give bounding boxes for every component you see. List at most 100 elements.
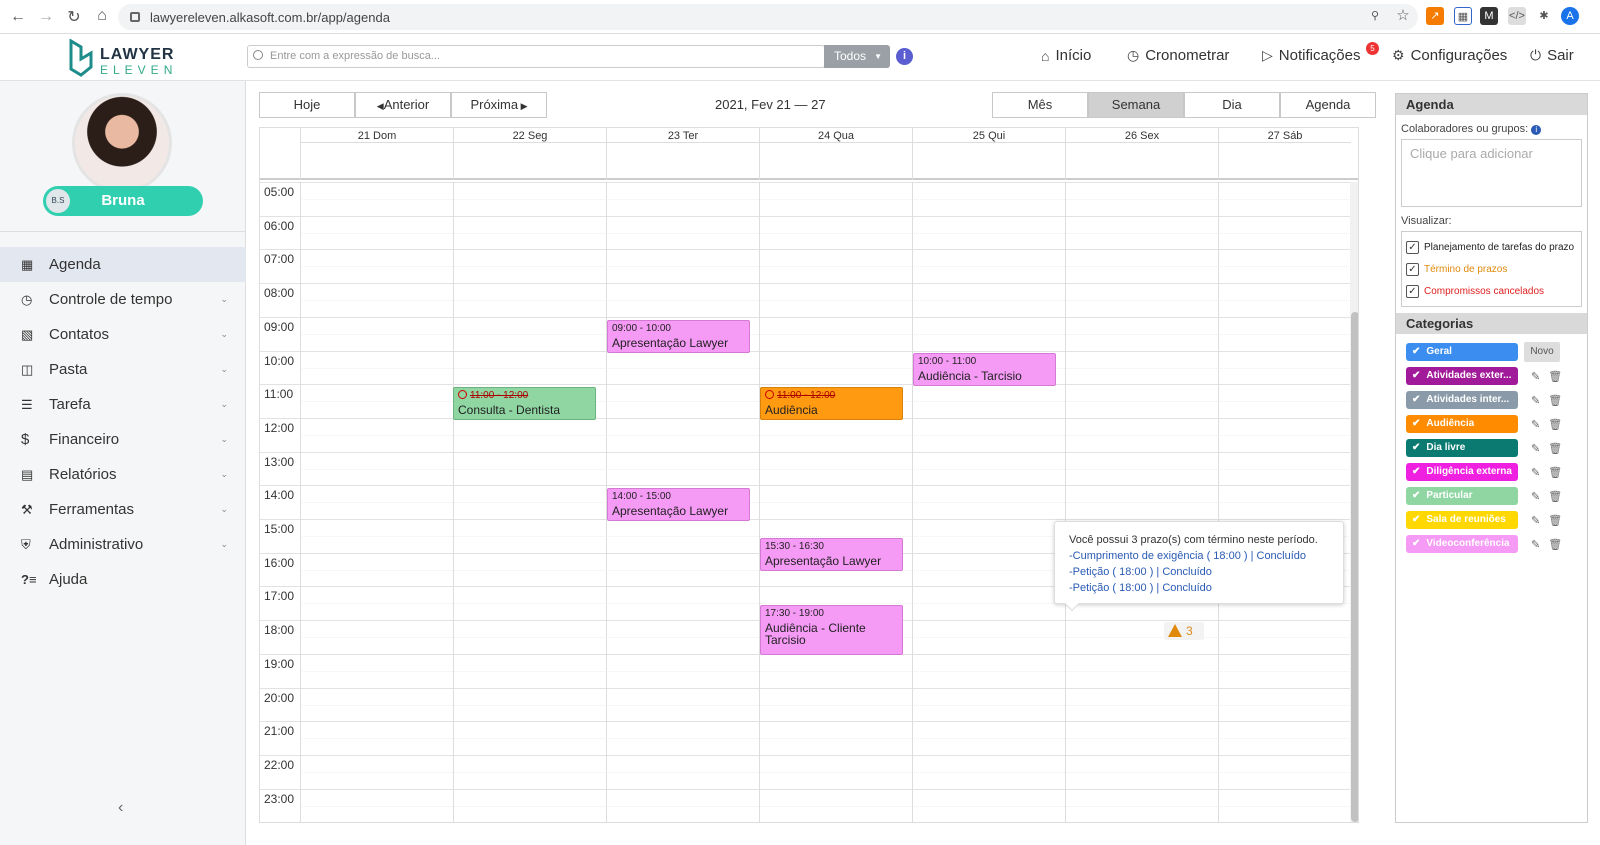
nav-configuracoes[interactable]: ⚙ Configurações — [1392, 47, 1507, 64]
forward-icon[interactable]: → — [32, 8, 60, 26]
nav-notificacoes[interactable]: ▷ Notificações — [1262, 47, 1360, 64]
deadline-link[interactable]: -Petição ( 18:00 ) | Concluído — [1069, 580, 1329, 596]
edit-icon[interactable]: ✎ — [1531, 371, 1548, 383]
new-category-button[interactable]: Novo — [1524, 342, 1560, 362]
hour-row[interactable]: 13:00 — [260, 451, 1351, 486]
trash-icon[interactable]: 🗑 — [1548, 515, 1570, 527]
hour-row[interactable]: 08:00 — [260, 283, 1351, 317]
user-avatar[interactable] — [72, 93, 172, 193]
hour-row[interactable]: 12:00 — [260, 417, 1351, 452]
collaborators-input[interactable]: Clique para adicionar — [1401, 139, 1582, 207]
hour-row[interactable]: 06:00 — [260, 215, 1351, 250]
previous-button[interactable]: ◀Anterior — [355, 92, 451, 118]
next-button[interactable]: Próxima ▶ — [451, 92, 547, 118]
event-audiencia-cliente-wed-1730[interactable]: 17:30 - 19:00 Audiência - Cliente Tarcis… — [760, 605, 903, 655]
checkbox-checked-icon[interactable]: ✓ — [1406, 262, 1419, 276]
event-apresentacao-tue-0900[interactable]: 09:00 - 10:00 Apresentação Lawyer — [607, 320, 750, 353]
extension-code-icon[interactable]: </> — [1508, 7, 1526, 25]
event-audiencia-tarcisio-thu-1000[interactable]: 10:00 - 11:00 Audiência - Tarcisio — [913, 353, 1056, 386]
checkbox-checked-icon[interactable]: ✓ — [1406, 240, 1419, 254]
category-toggle[interactable]: ✔ Sala de reuniões — [1406, 511, 1518, 529]
category-toggle[interactable]: ✔ Dia livre — [1406, 439, 1518, 457]
trash-icon[interactable]: 🗑 — [1548, 395, 1570, 407]
category-toggle[interactable]: ✔ Audiência — [1406, 415, 1518, 433]
edit-icon[interactable]: ✎ — [1531, 467, 1548, 479]
nav-sair[interactable]: ⏻ Sair — [1530, 47, 1574, 64]
sidebar-item-controle-de-tempo[interactable]: ◷ Controle de tempo ⌄ — [0, 282, 246, 317]
view-week-button[interactable]: Semana — [1088, 92, 1184, 118]
hour-row[interactable]: 23:00 — [260, 788, 1351, 822]
trash-icon[interactable]: 🗑 — [1548, 467, 1570, 479]
hour-row[interactable]: 22:00 — [260, 754, 1351, 789]
visualize-option[interactable]: ✓ Planejamento de tarefas do prazo — [1402, 236, 1581, 258]
trash-icon[interactable]: 🗑 — [1548, 371, 1570, 383]
sidebar-item-administrativo[interactable]: ⛨ Administrativo ⌄ — [0, 527, 246, 562]
sidebar-item-agenda[interactable]: ▦ Agenda — [0, 247, 246, 282]
day-header-wed[interactable]: 24 Qua — [759, 128, 912, 180]
event-audiencia-wed-1100[interactable]: 11:00 - 12:00 Audiência — [760, 387, 903, 420]
nav-cronometrar[interactable]: ◷ Cronometrar — [1127, 47, 1229, 64]
edit-icon[interactable]: ✎ — [1531, 443, 1548, 455]
event-apresentacao-wed-1530[interactable]: 15:30 - 16:30 Apresentação Lawyer — [760, 538, 903, 571]
checkbox-checked-icon[interactable]: ✓ — [1406, 284, 1419, 298]
trash-icon[interactable]: 🗑 — [1548, 419, 1570, 431]
day-header-thu[interactable]: 25 Qui — [912, 128, 1065, 180]
visualize-option[interactable]: ✓ Término de prazos — [1402, 258, 1581, 280]
day-header-fri[interactable]: 26 Sex — [1065, 128, 1218, 180]
extension-m-icon[interactable]: M — [1480, 7, 1498, 25]
category-toggle[interactable]: ✔ Particular — [1406, 487, 1518, 505]
hour-row[interactable]: 10:00 — [260, 350, 1351, 385]
deadline-warning-badge[interactable]: 3 — [1164, 622, 1204, 640]
edit-icon[interactable]: ✎ — [1531, 419, 1548, 431]
trash-icon[interactable]: 🗑 — [1548, 539, 1570, 551]
hour-row[interactable]: 19:00 — [260, 653, 1351, 688]
category-toggle[interactable]: ✔ Atividades inter... — [1406, 391, 1518, 409]
visualize-option[interactable]: ✓ Compromissos cancelados — [1402, 280, 1581, 302]
sidebar-item-contatos[interactable]: ▧ Contatos ⌄ — [0, 317, 246, 352]
puzzle-icon[interactable]: ✱ — [1535, 7, 1553, 25]
deadline-link[interactable]: -Petição ( 18:00 ) | Concluído — [1069, 564, 1329, 580]
sidebar-item-ajuda[interactable]: ?≡ Ajuda — [0, 562, 246, 597]
hour-row[interactable]: 21:00 — [260, 721, 1351, 755]
day-header-sat[interactable]: 27 Sáb — [1218, 128, 1351, 180]
hour-row[interactable]: 05:00 — [260, 182, 1351, 216]
user-pill[interactable]: B.S Bruna — [43, 186, 203, 216]
edit-icon[interactable]: ✎ — [1531, 395, 1548, 407]
nav-inicio[interactable]: ⌂ Início — [1041, 47, 1091, 64]
category-toggle[interactable]: ✔ Atividades exter... — [1406, 367, 1518, 385]
deadline-link[interactable]: -Cumprimento de exigência ( 18:00 ) | Co… — [1069, 548, 1329, 564]
category-toggle[interactable]: ✔ Videoconferência — [1406, 535, 1518, 553]
day-header-sun[interactable]: 21 Dom — [300, 128, 453, 180]
sidebar-item-pasta[interactable]: ◫ Pasta ⌄ — [0, 352, 246, 387]
sidebar-item-relatorios[interactable]: ▤ Relatórios ⌄ — [0, 457, 246, 492]
search-input[interactable]: Entre com a expressão de busca... — [247, 45, 825, 68]
trash-icon[interactable]: 🗑 — [1548, 443, 1570, 455]
edit-icon[interactable]: ✎ — [1531, 491, 1548, 503]
info-icon[interactable]: i — [896, 48, 913, 65]
extension-chart-icon[interactable]: ↗ — [1426, 7, 1444, 25]
logo[interactable]: LAWYER ELEVEN — [68, 37, 188, 79]
category-toggle[interactable]: ✔ Geral — [1406, 343, 1518, 361]
extension-card-icon[interactable]: ▦ — [1454, 7, 1472, 25]
sidebar-item-tarefa[interactable]: ☰ Tarefa ⌄ — [0, 387, 246, 422]
home-icon[interactable]: ⌂ — [88, 7, 116, 25]
event-apresentacao-tue-1400[interactable]: 14:00 - 15:00 Apresentação Lawyer — [607, 488, 750, 521]
trash-icon[interactable]: 🗑 — [1548, 491, 1570, 503]
hour-row[interactable]: 20:00 — [260, 687, 1351, 722]
back-icon[interactable]: ← — [4, 8, 32, 26]
day-header-tue[interactable]: 23 Ter — [606, 128, 759, 180]
address-bar[interactable]: lawyereleven.alkasoft.com.br/app/agenda — [118, 4, 1418, 30]
search-scope-dropdown[interactable]: Todos ▼ — [824, 45, 890, 68]
event-consulta-dentista-mon-1100[interactable]: 11:00 - 12:00 Consulta - Dentista — [453, 387, 596, 420]
scrollbar-thumb[interactable] — [1351, 312, 1358, 822]
sidebar-item-financeiro[interactable]: $ Financeiro ⌄ — [0, 422, 246, 457]
view-month-button[interactable]: Mês — [992, 92, 1088, 118]
hour-row[interactable]: 09:00 — [260, 316, 1351, 351]
edit-icon[interactable]: ✎ — [1531, 539, 1548, 551]
key-icon[interactable]: ⚲ — [1366, 7, 1384, 25]
view-agenda-button[interactable]: Agenda — [1280, 92, 1376, 118]
edit-icon[interactable]: ✎ — [1531, 515, 1548, 527]
hour-row[interactable]: 14:00 — [260, 485, 1351, 519]
reload-icon[interactable]: ↻ — [60, 7, 88, 27]
hour-row[interactable]: 07:00 — [260, 249, 1351, 283]
